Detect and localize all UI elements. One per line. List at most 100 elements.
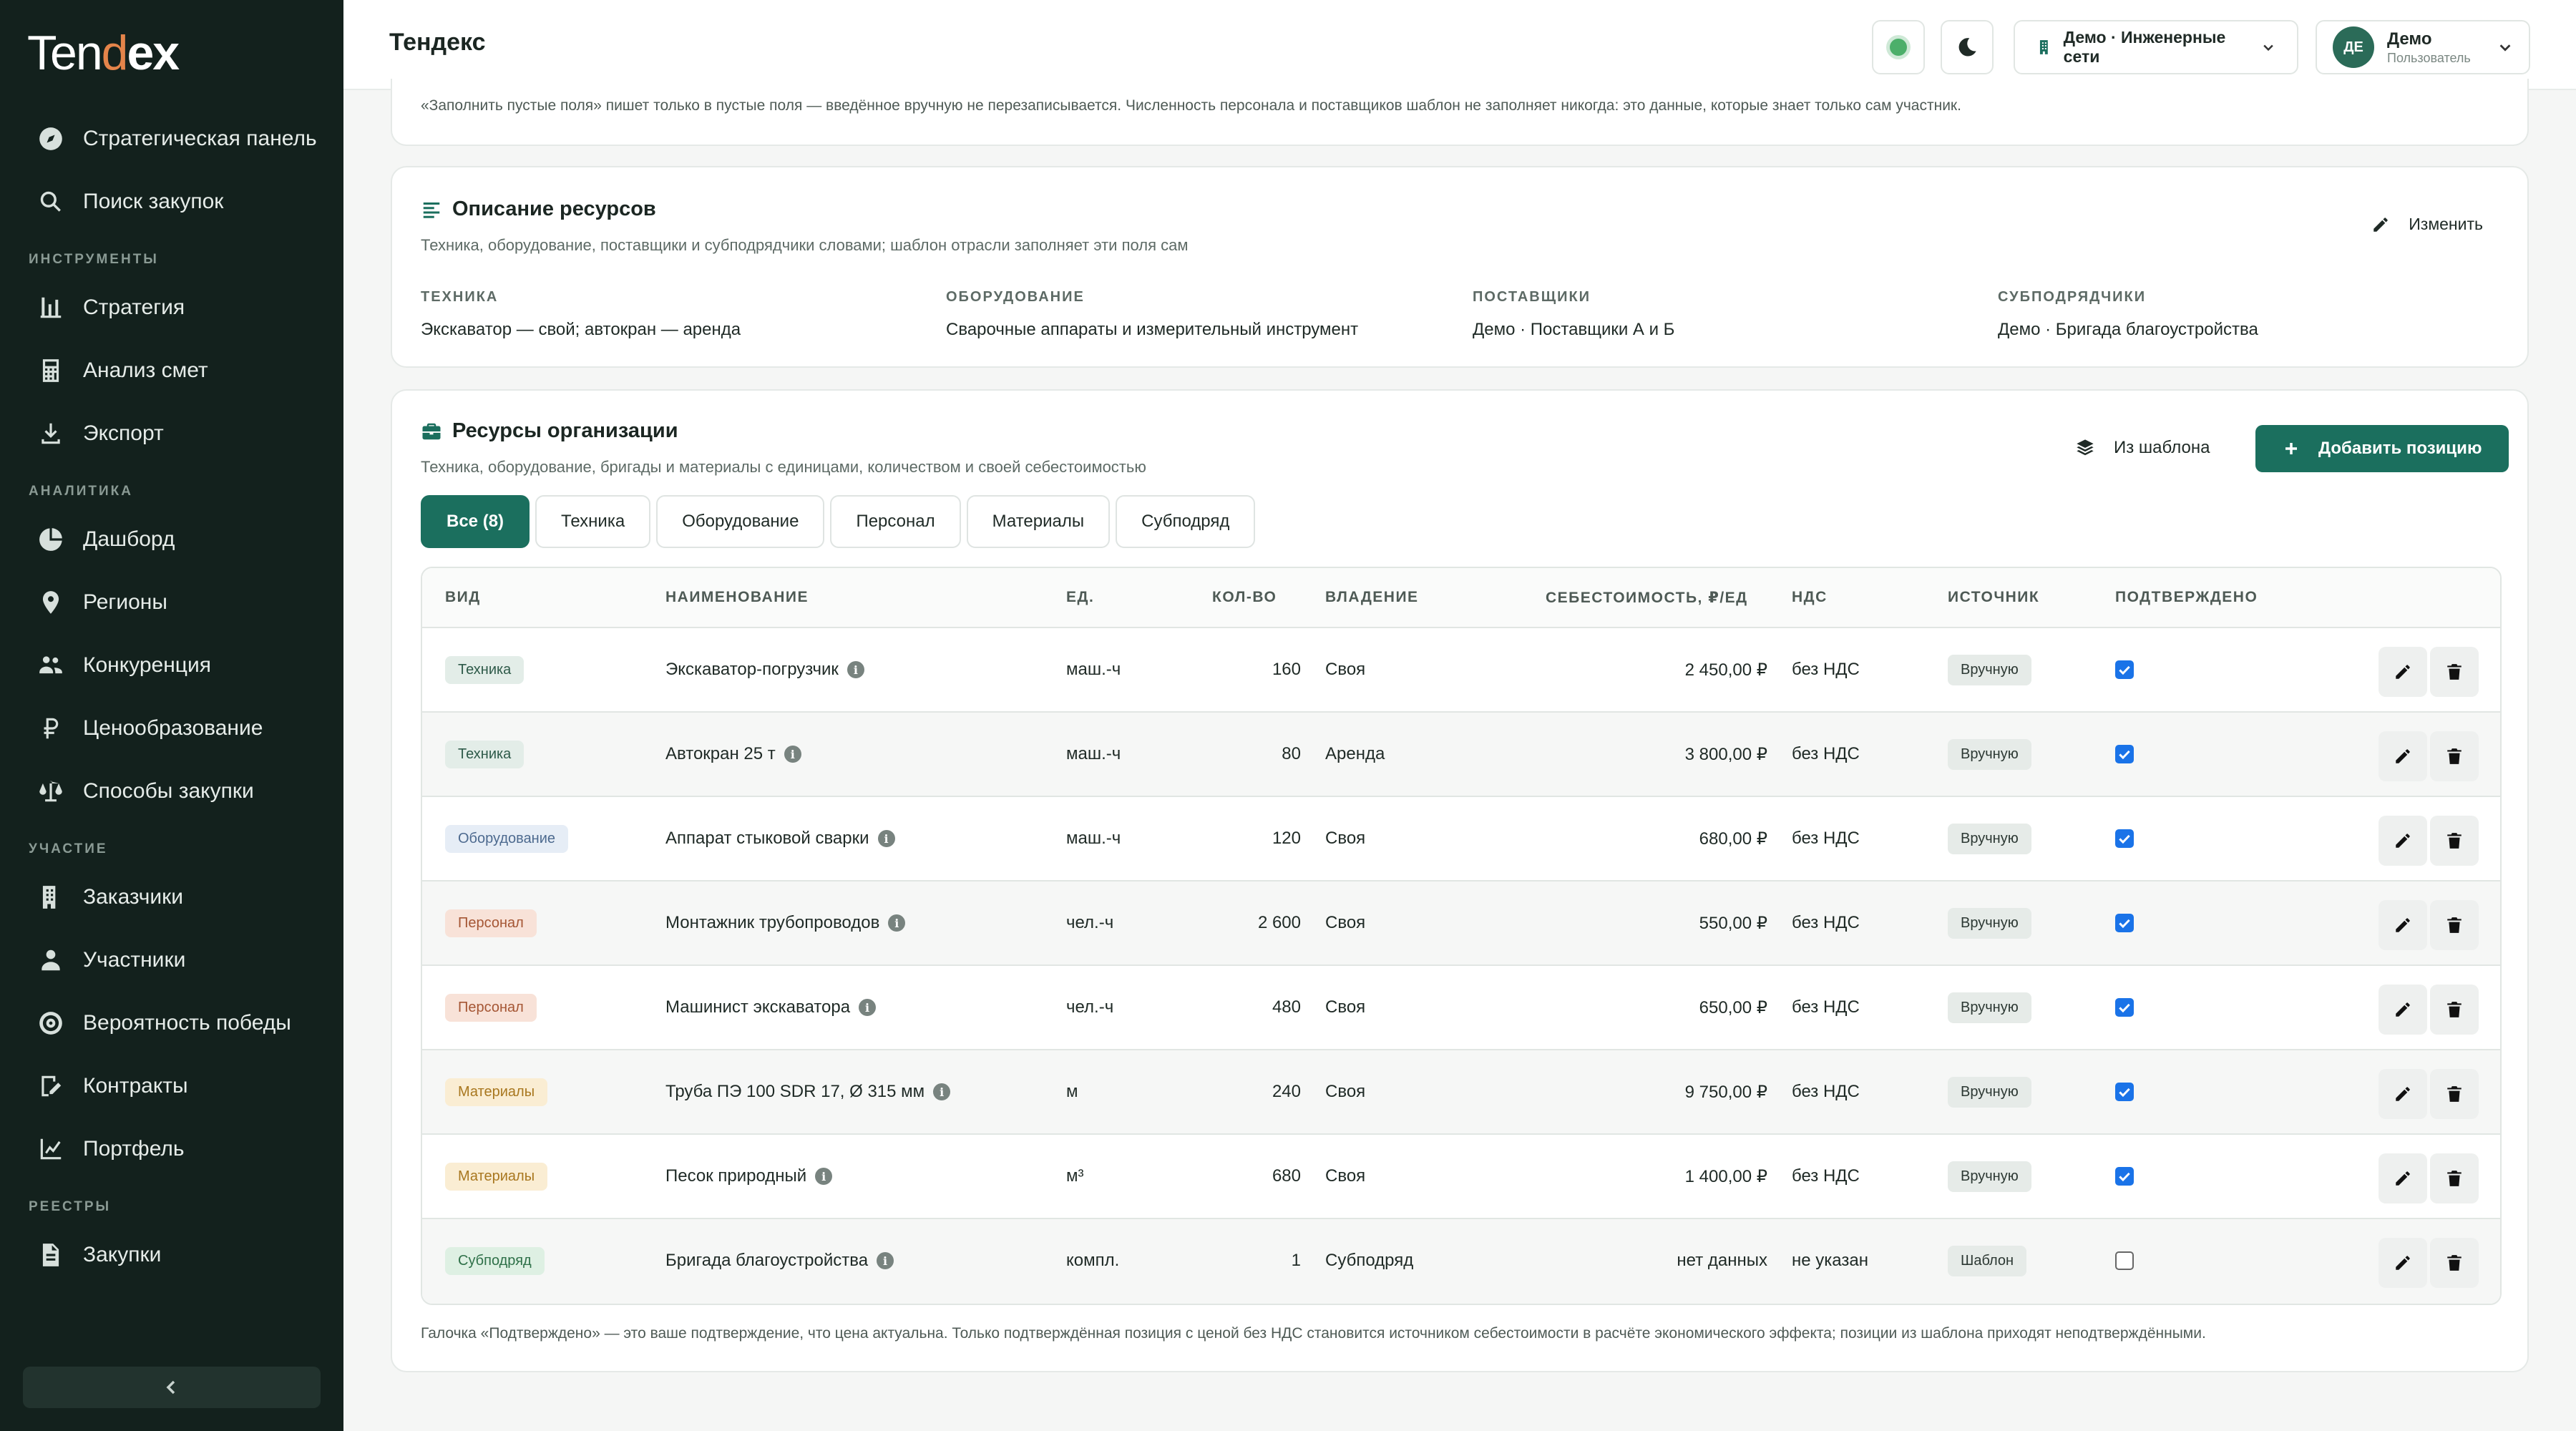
pencil-icon [2373,217,2388,232]
sidebar-item-label: Ценообразование [83,716,263,740]
from-template-button[interactable]: Из шаблона [2075,425,2210,471]
cost-cell: 2 450,00 ₽ [1684,660,1767,680]
scales-icon [36,776,66,806]
sidebar-item-3[interactable]: Анализ смет [0,339,343,402]
sidebar-item-6[interactable]: Регионы [0,571,343,634]
edit-row-button[interactable] [2379,1069,2427,1119]
sidebar-item-1[interactable]: Поиск закупок [0,170,343,233]
sidebar-item-4[interactable]: Экспорт [0,402,343,465]
tab-materials[interactable]: Материалы [966,495,1111,548]
delete-row-button[interactable] [2430,816,2479,866]
status-dot-icon [1890,39,1907,56]
strategy-icon [36,293,66,323]
col-kind: ВИД [445,589,481,605]
sidebar-item-7[interactable]: Конкуренция [0,634,343,697]
pencil-icon [2396,1171,2410,1186]
col-cost: СЕБЕСТОИМОСТЬ, ₽/ЕД [1546,589,1748,606]
info-icon[interactable]: i [815,1168,833,1185]
pencil-icon [2396,1256,2410,1270]
source-cell: Вручную [1948,713,2031,796]
delete-row-button[interactable] [2430,647,2479,697]
add-position-button[interactable]: Добавить позицию [2255,425,2509,472]
delete-row-button[interactable] [2430,985,2479,1035]
ownership-cell: Своя [1325,997,1366,1017]
delete-row-button[interactable] [2430,1153,2479,1203]
edit-row-button[interactable] [2379,900,2427,950]
confirmed-checkbox[interactable] [2115,1083,2134,1101]
tab-equipment[interactable]: Оборудование [656,495,825,548]
sidebar-item-2[interactable]: Стратегия [0,276,343,339]
status-indicator-button[interactable] [1872,20,1925,74]
edit-description-button[interactable]: Изменить [2371,215,2483,234]
sidebar-item-label: Конкуренция [83,653,211,677]
contract-icon [36,1071,66,1101]
ownership-cell: Своя [1325,660,1366,679]
tab-tech[interactable]: Техника [535,495,651,548]
edit-row-button[interactable] [2379,816,2427,866]
theme-toggle-button[interactable] [1941,20,1994,74]
table-row: Техника Автокран 25 т i маш.-ч 80 Аренда 3 800… [422,713,2500,797]
vat-cell: без НДС [1792,744,1860,763]
delete-row-button[interactable] [2430,1238,2479,1288]
resource-name: Экскаватор-погрузчик [665,660,839,679]
sidebar-item-5[interactable]: Дашборд [0,508,343,571]
delete-row-button[interactable] [2430,900,2479,950]
trash-icon [2447,917,2462,933]
confirmed-checkbox[interactable] [2115,829,2134,848]
resource-name: Автокран 25 т [665,744,776,763]
confirmed-checkbox[interactable] [2115,914,2134,932]
edit-row-button[interactable] [2379,731,2427,781]
sidebar-item-0[interactable]: Стратегическая панель [0,107,343,170]
sidebar-item-8[interactable]: Ценообразование [0,697,343,760]
pie-chart-icon [36,524,66,555]
sidebar-item-12[interactable]: Вероятность победы [0,992,343,1055]
info-icon[interactable]: i [859,999,877,1016]
fill-template-note: «Заполнить пустые поля» пишет только в п… [421,97,1961,114]
cost-cell: 680,00 ₽ [1699,829,1767,849]
confirmed-checkbox[interactable] [2115,745,2134,763]
delete-row-button[interactable] [2430,1069,2479,1119]
info-icon[interactable]: i [888,914,906,932]
sidebar-item-15[interactable]: Закупки [0,1224,343,1286]
ruble-icon [36,713,66,743]
kind-cell: Персонал [445,966,537,1049]
confirmed-checkbox[interactable] [2115,1251,2134,1270]
ownership-cell: Своя [1325,913,1366,932]
info-icon[interactable]: i [847,661,864,678]
info-icon[interactable]: i [784,746,801,763]
edit-row-button[interactable] [2379,985,2427,1035]
user-menu[interactable]: ДЕ Демо Пользователь [2316,20,2530,74]
sidebar-item-10[interactable]: Заказчики [0,866,343,929]
confirmed-checkbox[interactable] [2115,998,2134,1017]
source-badge: Вручную [1948,738,2031,770]
info-icon[interactable]: i [877,830,895,847]
organization-select[interactable]: Демо · Инженерные сети [2014,20,2298,74]
edit-row-button[interactable] [2379,647,2427,697]
download-icon [36,419,66,449]
sidebar-item-label: Контракты [83,1074,188,1098]
edit-row-button[interactable] [2379,1153,2427,1203]
col-name: НАИМЕНОВАНИЕ [665,589,809,605]
confirmed-checkbox[interactable] [2115,1167,2134,1186]
tab-subcontract[interactable]: Субподряд [1116,495,1256,548]
sidebar-item-label: Вероятность победы [83,1011,291,1035]
tab-all[interactable]: Все (8) [421,495,530,548]
unit-cell: маш.-ч [1066,829,1121,848]
sidebar-item-9[interactable]: Способы закупки [0,760,343,823]
unit-cell: чел.-ч [1066,997,1114,1017]
tab-personnel[interactable]: Персонал [830,495,961,548]
qty-cell: 1 [1291,1251,1301,1270]
pencil-icon [2396,1087,2410,1101]
unit-cell: м³ [1066,1166,1084,1186]
sidebar-item-11[interactable]: Участники [0,929,343,992]
confirmed-checkbox[interactable] [2115,660,2134,679]
info-icon[interactable]: i [877,1252,894,1269]
delete-row-button[interactable] [2430,731,2479,781]
info-icon[interactable]: i [933,1083,951,1100]
sidebar-item-14[interactable]: Портфель [0,1118,343,1181]
layers-icon [2077,439,2094,456]
logo[interactable]: Ten d ex [27,24,180,82]
sidebar-item-13[interactable]: Контракты [0,1055,343,1118]
collapse-sidebar-button[interactable] [23,1367,321,1408]
edit-row-button[interactable] [2379,1238,2427,1288]
